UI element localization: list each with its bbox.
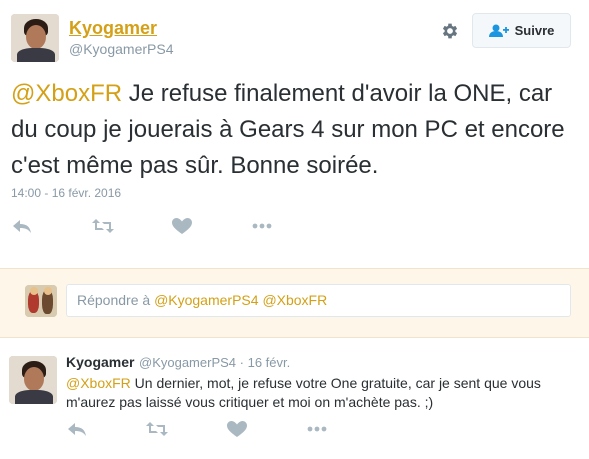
reply-mention[interactable]: @XboxFR [66, 375, 131, 391]
reply-icon[interactable] [66, 420, 88, 438]
reply-author-name[interactable]: Kyogamer [66, 354, 134, 370]
reply-separator: · [236, 355, 248, 370]
reply-text: @XboxFR Un dernier, mot, je refuse votre… [66, 374, 566, 412]
tweet-timestamp[interactable]: 14:00 - 16 févr. 2016 [11, 186, 121, 200]
author-avatar[interactable] [11, 14, 59, 62]
author-handle[interactable]: @KyogamerPS4 [69, 41, 173, 57]
reply-date[interactable]: 16 févr. [248, 355, 291, 370]
more-icon[interactable] [251, 217, 273, 235]
reply-mention-author: @KyogamerPS4 [154, 292, 259, 308]
follow-label: Suivre [514, 23, 555, 38]
reply-meta: @KyogamerPS4 · 16 févr. [139, 355, 290, 370]
gear-icon[interactable] [440, 21, 460, 41]
author-name[interactable]: Kyogamer [69, 18, 157, 39]
reply-body: Un dernier, mot, je refuse votre One gra… [66, 375, 541, 410]
current-user-avatar [25, 285, 57, 317]
tweet-mention[interactable]: @XboxFR [11, 80, 122, 107]
reply-icon[interactable] [11, 217, 33, 235]
follow-button[interactable]: Suivre [472, 13, 571, 48]
reply-prefix: Répondre à [77, 292, 155, 308]
retweet-icon[interactable] [146, 420, 168, 438]
reply-mention-xbox: @XboxFR [262, 292, 328, 308]
heart-icon[interactable] [226, 420, 248, 438]
reply-author-avatar[interactable] [9, 356, 57, 404]
heart-icon[interactable] [171, 217, 193, 235]
retweet-icon[interactable] [92, 217, 114, 235]
more-icon[interactable] [306, 420, 328, 438]
tweet-text: @XboxFR Je refuse finalement d'avoir la … [11, 76, 581, 184]
add-user-icon [488, 24, 509, 37]
reply-author-handle[interactable]: @KyogamerPS4 [139, 355, 236, 370]
reply-input[interactable]: Répondre à @KyogamerPS4 @XboxFR [66, 284, 571, 317]
